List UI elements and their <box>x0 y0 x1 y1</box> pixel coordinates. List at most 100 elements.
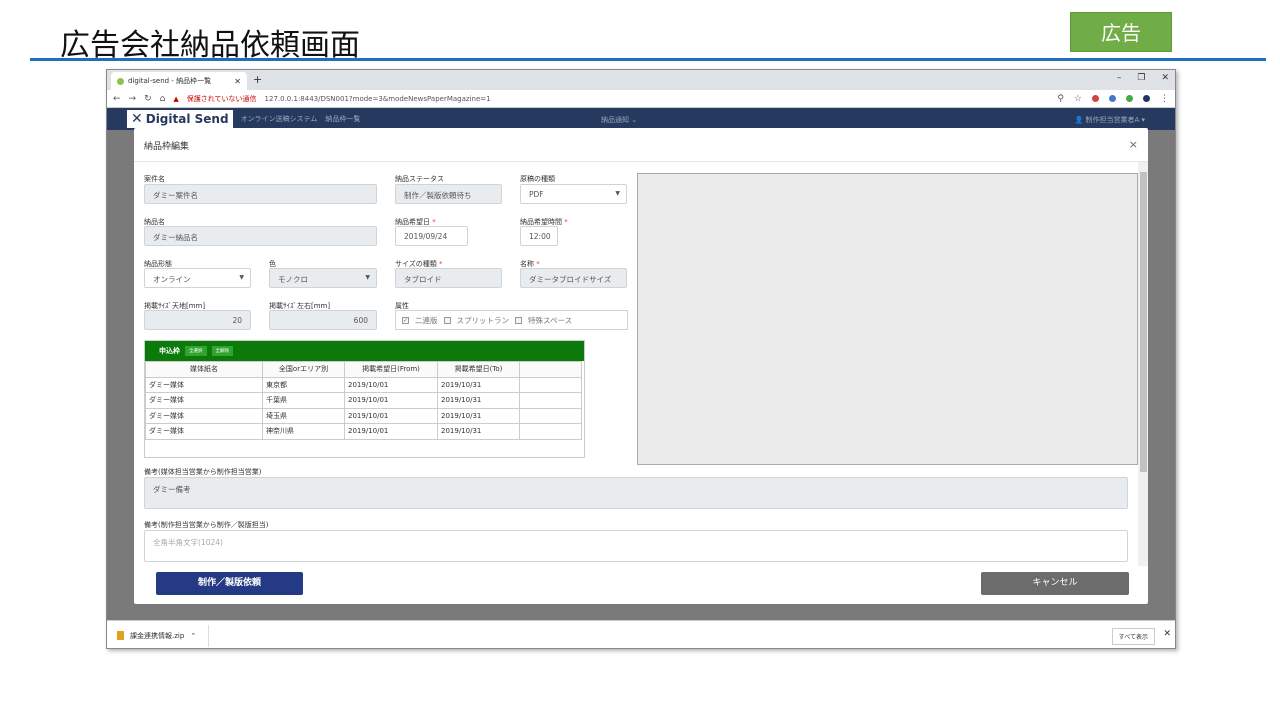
extension-icon[interactable] <box>1092 95 1099 102</box>
title-underline <box>30 58 1266 61</box>
table-cell: 東京都 <box>262 376 345 393</box>
table-cell <box>519 376 582 393</box>
scrollbar-thumb[interactable] <box>1140 172 1147 472</box>
extension-icon[interactable] <box>1126 95 1133 102</box>
grid-header: 申込枠 全選択 全解除 <box>145 341 584 361</box>
chevron-up-icon[interactable]: ⌃ <box>190 632 196 640</box>
attributes-group: ✓ 二連版 スプリットラン 特殊スペース <box>395 310 628 330</box>
submit-request-button[interactable]: 制作／製版依頼 <box>156 572 303 595</box>
color-select[interactable]: モノクロ ▼ <box>269 268 377 288</box>
remarks1-label: 備考(媒体担当営業から制作担当営業) <box>144 468 262 476</box>
application-table: 媒体紙名 全国orエリア別 掲載希望日(From) 掲載希望日(To) ダミー媒… <box>145 361 582 440</box>
maximize-icon[interactable]: ❐ <box>1137 73 1145 83</box>
checkbox-icon[interactable] <box>443 316 451 324</box>
table-cell <box>519 407 582 424</box>
user-menu[interactable]: 👤 制作担当営業者A ▾ <box>1075 115 1146 125</box>
table-row[interactable]: ダミー媒体 埼玉県 2019/10/01 2019/10/31 <box>145 407 582 424</box>
file-icon <box>117 631 124 640</box>
extension-icon[interactable] <box>1109 95 1116 102</box>
table-row[interactable]: ダミー媒体 千葉県 2019/10/01 2019/10/31 <box>145 392 582 409</box>
back-icon[interactable]: ← <box>113 94 121 104</box>
profile-icon[interactable] <box>1143 95 1150 102</box>
attribute-option: 特殊スペース <box>528 315 573 325</box>
new-tab-button[interactable]: + <box>253 73 262 86</box>
select-all-button[interactable]: 全選択 <box>185 346 207 356</box>
category-badge: 広告 <box>1070 12 1172 52</box>
forward-icon[interactable]: → <box>129 94 137 104</box>
menu-icon[interactable]: ⋮ <box>1160 94 1169 104</box>
cancel-button[interactable]: キャンセル <box>981 572 1129 595</box>
show-all-button[interactable]: すべて表示 <box>1111 628 1155 645</box>
checkbox-icon[interactable]: ✓ <box>402 316 409 324</box>
clear-all-button[interactable]: 全解除 <box>211 346 233 356</box>
table-row[interactable]: ダミー媒体 東京都 2019/10/01 2019/10/31 <box>145 376 582 393</box>
app-logo[interactable]: ✕ Digital Send <box>127 110 233 128</box>
modal-scrollbar[interactable] <box>1138 162 1148 566</box>
notice-menu[interactable]: 納品通知 ⌄ <box>601 115 637 125</box>
url-field[interactable]: 127.0.0.1:8443/DSN001?mode=3&modeNewsPap… <box>265 95 491 103</box>
delivery-form-select[interactable]: オンライン ▼ <box>144 268 251 288</box>
table-cell: ダミー媒体 <box>145 407 263 424</box>
download-filename: 課金連携情報.zip <box>130 631 185 640</box>
security-warning[interactable]: 保護されていない通信 <box>187 94 257 104</box>
remarks2-textarea[interactable]: 全角半角文字(1024) <box>144 530 1128 562</box>
grid-title: 申込枠 <box>159 347 180 355</box>
table-cell: 2019/10/31 <box>437 392 520 409</box>
column-header[interactable]: 掲載希望日(To) <box>437 361 520 378</box>
breadcrumb[interactable]: 納品枠一覧 <box>325 114 360 124</box>
table-cell <box>519 392 582 409</box>
table-cell: 埼玉県 <box>262 407 345 424</box>
size-name-field: ダミータブロイドサイズ <box>520 268 627 288</box>
attribute-option: スプリットラン <box>456 315 510 325</box>
logo-icon: ✕ <box>131 111 143 127</box>
table-cell: 神奈川県 <box>262 423 345 440</box>
minimize-icon[interactable]: – <box>1117 73 1122 83</box>
column-header[interactable]: 掲載希望日(From) <box>344 361 438 378</box>
browser-tab[interactable]: digital-send - 納品枠一覧 ✕ <box>111 72 247 90</box>
status-field: 制作／製版依頼待ち <box>395 184 502 204</box>
extensions: ⚲ ☆ ⋮ <box>1057 94 1169 104</box>
table-cell: ダミー媒体 <box>145 376 263 393</box>
delivery-name-field: ダミー納品名 <box>144 226 377 246</box>
table-cell: 2019/10/01 <box>344 392 438 409</box>
status-label: 納品ステータス <box>395 175 444 183</box>
table-cell: 2019/10/31 <box>437 407 520 424</box>
size-type-field: タブロイド <box>395 268 502 288</box>
warning-icon: ▲ <box>173 94 179 103</box>
table-cell: 2019/10/01 <box>344 407 438 424</box>
checkbox-icon[interactable] <box>515 316 522 324</box>
table-cell: 千葉県 <box>262 392 345 409</box>
column-header[interactable] <box>519 361 582 378</box>
download-bar-close-icon[interactable]: ✕ <box>1163 629 1171 639</box>
tab-bar: digital-send - 納品枠一覧 ✕ + – ❐ ✕ <box>107 70 1175 90</box>
pdf-preview-area <box>637 173 1138 465</box>
window-close-icon[interactable]: ✕ <box>1161 73 1169 83</box>
modal-header: 納品枠編集 × <box>134 128 1148 162</box>
material-type-select[interactable]: PDF ▼ <box>520 184 627 204</box>
material-type-label: 原稿の種類 <box>520 175 555 183</box>
star-icon[interactable]: ☆ <box>1074 94 1082 104</box>
height-field: 20 <box>144 310 251 330</box>
favicon-icon <box>117 77 124 85</box>
table-cell: 2019/10/01 <box>344 423 438 440</box>
column-header[interactable]: 媒体紙名 <box>145 361 263 378</box>
table-cell <box>519 423 582 440</box>
tab-close-icon[interactable]: ✕ <box>234 77 241 86</box>
desired-date-input[interactable]: 2019/09/24 <box>395 226 468 246</box>
chevron-down-icon: ▼ <box>239 274 244 281</box>
reload-icon[interactable]: ↻ <box>144 94 152 104</box>
application-grid: 申込枠 全選択 全解除 媒体紙名 全国orエリア別 掲載希望日(From) 掲載… <box>144 340 585 458</box>
modal-body: 案件名 ダミー案件名 納品ステータス 制作／製版依頼待ち 原稿の種類 PDF ▼ … <box>134 162 1138 566</box>
table-row[interactable]: ダミー媒体 神奈川県 2019/10/01 2019/10/31 <box>145 423 582 440</box>
table-cell: ダミー媒体 <box>145 423 263 440</box>
desired-time-input[interactable]: 12:00 <box>520 226 558 246</box>
download-item[interactable]: 課金連携情報.zip ⌃ <box>117 624 210 647</box>
edit-modal: 納品枠編集 × 案件名 ダミー案件名 納品ステータス 制作／製版依頼待ち 原稿の… <box>134 128 1148 604</box>
home-icon[interactable]: ⌂ <box>160 94 166 104</box>
column-header[interactable]: 全国orエリア別 <box>262 361 345 378</box>
table-cell: 2019/10/01 <box>344 376 438 393</box>
zoom-icon[interactable]: ⚲ <box>1057 94 1064 104</box>
modal-close-icon[interactable]: × <box>1129 138 1138 151</box>
table-cell: ダミー媒体 <box>145 392 263 409</box>
attribute-option: 二連版 <box>415 315 438 325</box>
